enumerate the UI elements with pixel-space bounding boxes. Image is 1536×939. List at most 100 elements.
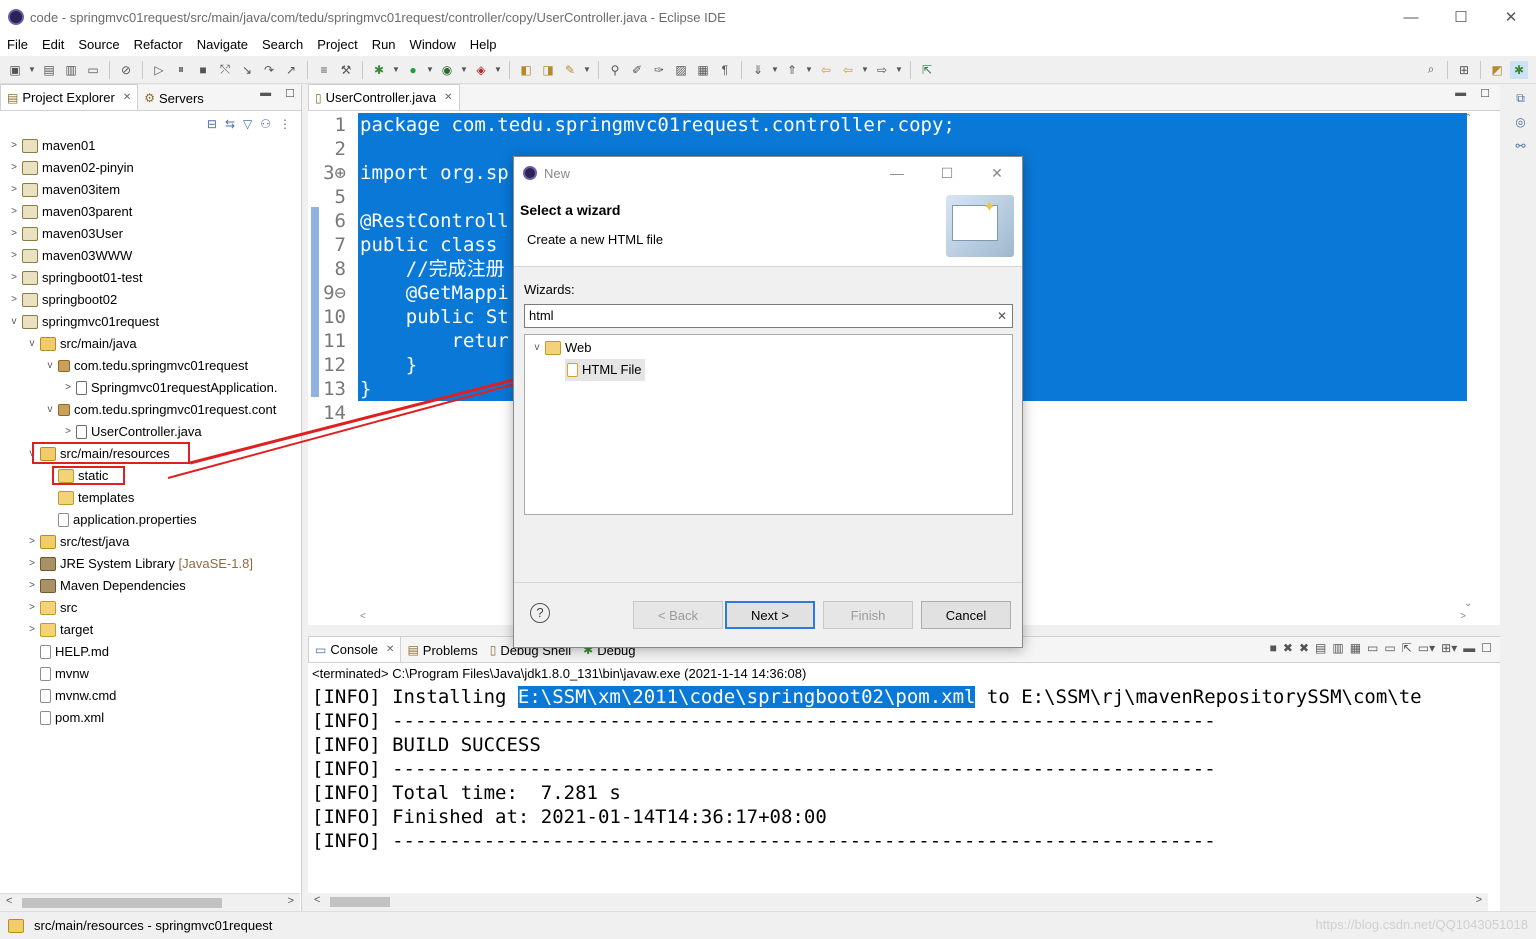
forward-dropdown-icon[interactable]: ▼ bbox=[895, 61, 903, 79]
new-package-icon[interactable]: ◨ bbox=[539, 61, 557, 79]
expand-icon[interactable]: > bbox=[8, 245, 20, 267]
next-annotation-icon[interactable]: ⇓ bbox=[749, 61, 767, 79]
expand-icon[interactable]: > bbox=[26, 575, 38, 597]
expand-icon[interactable]: > bbox=[8, 179, 20, 201]
new-dropdown-icon[interactable]: ▼ bbox=[28, 61, 36, 79]
build-icon[interactable]: ≡ bbox=[315, 61, 333, 79]
scroll-lock-icon[interactable]: ▥ bbox=[1332, 641, 1343, 655]
tree-item-html-file[interactable]: HTML File bbox=[565, 359, 646, 381]
back-button[interactable]: < Back bbox=[633, 601, 723, 629]
collapse-icon[interactable]: v bbox=[44, 355, 56, 377]
clean-icon[interactable]: ⚒ bbox=[337, 61, 355, 79]
maximize-view-icon[interactable]: ☐ bbox=[1481, 641, 1492, 655]
tree-item[interactable]: v com.tedu.springmvc01request.cont bbox=[44, 399, 277, 421]
horizontal-scrollbar[interactable]: < > bbox=[308, 893, 1488, 911]
debug-perspective-icon[interactable]: ✱ bbox=[1510, 60, 1528, 79]
scroll-right-icon[interactable]: > bbox=[1460, 611, 1466, 622]
tree-item[interactable]: > maven03WWW bbox=[8, 245, 132, 267]
view-menu-icon[interactable]: ⋮ bbox=[279, 117, 291, 131]
scroll-left-icon[interactable]: < bbox=[6, 895, 12, 907]
clear-filter-icon[interactable]: ✕ bbox=[997, 305, 1007, 327]
menu-window[interactable]: Window bbox=[403, 34, 463, 56]
tree-item-web[interactable]: v Web bbox=[531, 337, 592, 359]
suspend-icon[interactable]: ⏸ bbox=[172, 61, 190, 79]
tree-item[interactable]: > src/test/java bbox=[26, 531, 129, 553]
back-icon[interactable]: ⇦ bbox=[839, 61, 857, 79]
tree-item[interactable]: > springboot02 bbox=[8, 289, 117, 311]
link-editor-icon[interactable]: ⇆ bbox=[225, 117, 235, 131]
dialog-maximize-button[interactable]: ☐ bbox=[922, 157, 972, 189]
cancel-button[interactable]: Cancel bbox=[921, 601, 1011, 629]
scrollbar-thumb[interactable] bbox=[22, 898, 222, 908]
tree-item[interactable]: v springmvc01request bbox=[8, 311, 159, 333]
scroll-down-icon[interactable]: ⌄ bbox=[1464, 598, 1472, 609]
display-console-icon[interactable]: ▭▾ bbox=[1418, 641, 1435, 655]
outline-icon[interactable]: ◎ bbox=[1512, 115, 1530, 133]
word-wrap-icon[interactable]: ▦ bbox=[1350, 641, 1361, 655]
dialog-minimize-button[interactable]: — bbox=[872, 157, 922, 189]
tree-item[interactable]: > maven03parent bbox=[8, 201, 132, 223]
copy-icon[interactable]: ▤ bbox=[1315, 641, 1326, 655]
pin-editor-icon[interactable]: ⇱ bbox=[918, 61, 936, 79]
menu-file[interactable]: File bbox=[0, 34, 35, 56]
menu-source[interactable]: Source bbox=[71, 34, 126, 56]
menu-edit[interactable]: Edit bbox=[35, 34, 71, 56]
skip-breakpoints-icon[interactable]: ⊘ bbox=[117, 61, 135, 79]
maximize-view-icon[interactable]: ☐ bbox=[285, 87, 295, 100]
filter-icon[interactable]: ▽ bbox=[243, 117, 252, 131]
show-stderr-icon[interactable]: ▭ bbox=[1384, 641, 1395, 655]
vertical-scrollbar[interactable]: ⌃ ⌄ bbox=[1462, 111, 1476, 611]
pin-console-icon[interactable]: ⇱ bbox=[1402, 641, 1412, 655]
expand-icon[interactable]: > bbox=[26, 553, 38, 575]
finish-button[interactable]: Finish bbox=[823, 601, 913, 629]
scroll-left-icon[interactable]: < bbox=[360, 611, 366, 622]
tree-item[interactable]: > Maven Dependencies bbox=[26, 575, 186, 597]
disconnect-icon[interactable]: ⤲ bbox=[216, 61, 234, 79]
tree-item[interactable]: > maven03User bbox=[8, 223, 123, 245]
scroll-right-icon[interactable]: > bbox=[288, 895, 294, 907]
scroll-right-icon[interactable]: > bbox=[1476, 894, 1482, 906]
tree-item[interactable]: > maven02-pinyin bbox=[8, 157, 134, 179]
expand-icon[interactable]: > bbox=[8, 157, 20, 179]
expand-icon[interactable]: > bbox=[8, 289, 20, 311]
expand-icon[interactable]: > bbox=[8, 267, 20, 289]
minimize-view-icon[interactable]: ▬ bbox=[1455, 87, 1466, 100]
close-icon[interactable]: ✕ bbox=[123, 92, 131, 103]
minimize-view-icon[interactable]: ▬ bbox=[260, 87, 271, 100]
step-into-icon[interactable]: ↘ bbox=[238, 61, 256, 79]
expand-icon[interactable]: > bbox=[26, 619, 38, 641]
new-class-icon[interactable]: ✎ bbox=[561, 61, 579, 79]
resume-icon[interactable]: ▷ bbox=[150, 61, 168, 79]
open-console-icon[interactable]: ⊞▾ bbox=[1441, 641, 1457, 655]
code-line[interactable]: package com.tedu.springmvc01request.cont… bbox=[358, 113, 1467, 137]
expand-icon[interactable]: > bbox=[62, 377, 74, 399]
tree-item[interactable]: templates bbox=[44, 487, 134, 509]
menu-run[interactable]: Run bbox=[365, 34, 403, 56]
prev-annotation-dropdown-icon[interactable]: ▼ bbox=[805, 61, 813, 79]
terminate-icon[interactable]: ■ bbox=[194, 61, 212, 79]
save-icon[interactable]: ▤ bbox=[40, 61, 58, 79]
menu-navigate[interactable]: Navigate bbox=[190, 34, 255, 56]
block-select-icon[interactable]: ▦ bbox=[694, 61, 712, 79]
tree-item[interactable]: application.properties bbox=[44, 509, 197, 531]
dialog-close-button[interactable]: ✕ bbox=[972, 157, 1022, 189]
close-icon[interactable]: ✕ bbox=[386, 644, 394, 655]
scrollbar-thumb[interactable] bbox=[330, 897, 390, 907]
tree-item[interactable]: mvnw bbox=[26, 663, 89, 685]
focus-icon[interactable]: ⚇ bbox=[260, 117, 271, 131]
forward-icon[interactable]: ⇨ bbox=[873, 61, 891, 79]
search-toolbar-icon[interactable]: ✐ bbox=[628, 61, 646, 79]
expand-icon[interactable]: > bbox=[26, 597, 38, 619]
tree-item[interactable]: > maven03item bbox=[8, 179, 120, 201]
maximize-button[interactable]: ☐ bbox=[1436, 0, 1486, 34]
close-icon[interactable]: ✕ bbox=[444, 92, 452, 103]
tree-item[interactable]: > target bbox=[26, 619, 93, 641]
menu-refactor[interactable]: Refactor bbox=[127, 34, 190, 56]
minimize-view-icon[interactable]: ▬ bbox=[1463, 641, 1475, 655]
step-return-icon[interactable]: ↗ bbox=[282, 61, 300, 79]
expand-icon[interactable]: > bbox=[8, 223, 20, 245]
tree-item[interactable]: mvnw.cmd bbox=[26, 685, 116, 707]
wizard-filter-input[interactable]: html ✕ bbox=[524, 304, 1013, 328]
menu-help[interactable]: Help bbox=[463, 34, 504, 56]
collapse-icon[interactable]: v bbox=[531, 337, 543, 359]
